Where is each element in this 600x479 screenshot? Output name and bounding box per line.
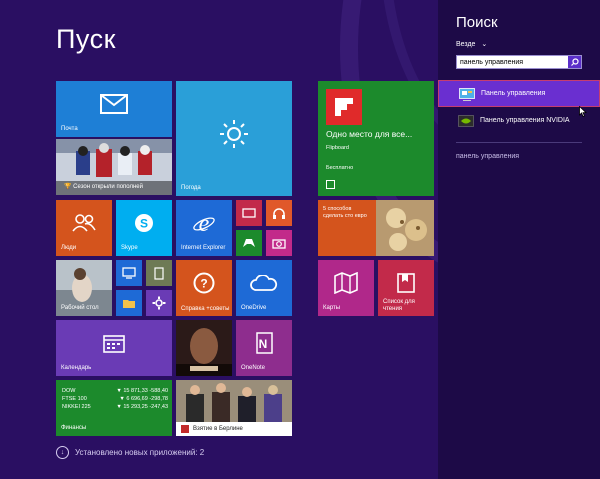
search-scope-dropdown[interactable]: Везде ⌄	[456, 40, 487, 48]
document-icon	[146, 260, 172, 286]
tile-onedrive[interactable]: OneDrive	[236, 260, 292, 316]
store-icon	[326, 180, 335, 189]
tile-movie[interactable]	[176, 320, 232, 376]
tile-weather[interactable]: Погода	[176, 81, 292, 196]
svg-text:S: S	[140, 217, 148, 231]
arrow-down-icon: ↓	[56, 446, 69, 459]
search-pane: Поиск Везде ⌄ Панель управления Панель у…	[438, 0, 600, 479]
tile-onenote[interactable]: N OneNote	[236, 320, 292, 376]
tile-help[interactable]: ? Справка +советы	[176, 260, 232, 316]
tile-settings[interactable]	[146, 290, 172, 316]
finance-row: FTSE 100 ▼ 6 696,69 -298,78	[62, 396, 168, 402]
tile-people[interactable]: Люди	[56, 200, 112, 256]
search-result-nvidia[interactable]: Панель управления NVIDIA	[438, 108, 600, 135]
help-icon: ?	[176, 260, 232, 306]
search-button[interactable]	[568, 56, 581, 68]
chevron-down-icon: ⌄	[481, 41, 488, 48]
headphones-icon	[266, 200, 292, 226]
finance-row: NIKKEI 225 ▼ 15 293,25 -247,43	[62, 404, 168, 410]
camera-icon	[266, 230, 292, 256]
tile-photo-news[interactable]: Взятие в Берлине	[176, 380, 292, 436]
calendar-icon	[56, 320, 172, 366]
search-icon	[570, 58, 579, 66]
page-title: Пуск	[56, 24, 116, 54]
people-icon	[56, 200, 112, 246]
tile-food[interactable]: 5 способов сделать сто евро	[318, 200, 434, 256]
tile-desktop[interactable]: Рабочий стол	[56, 260, 112, 316]
computer-icon	[116, 260, 142, 286]
finance-table: DOW ▼ 15 871,33 -588,40 FTSE 100 ▼ 6 696,6…	[62, 387, 168, 411]
food-photo	[376, 200, 434, 256]
tile-this-pc[interactable]	[116, 260, 142, 286]
trophy-icon: 🏆	[64, 184, 72, 190]
search-result-control-panel[interactable]: Панель управления	[438, 80, 600, 107]
map-icon	[318, 260, 374, 306]
divider	[456, 142, 582, 143]
search-pane-title: Поиск	[456, 14, 498, 31]
tile-photos-small[interactable]	[146, 260, 172, 286]
start-screen: Пуск Почта 🏆 Сезон открыли пополней Пого…	[0, 0, 438, 479]
folder-icon	[116, 290, 142, 316]
sun-icon	[176, 81, 292, 186]
gamepad-icon	[236, 230, 262, 256]
tile-mail[interactable]: Почта	[56, 81, 172, 137]
mail-icon	[56, 81, 172, 127]
tile-games[interactable]	[236, 230, 262, 256]
movie-poster	[176, 320, 232, 376]
tile-video[interactable]	[236, 200, 262, 226]
nvidia-icon	[458, 115, 474, 127]
tile-skype[interactable]: S Skype	[116, 200, 172, 256]
tile-news[interactable]: 🏆 Сезон открыли пополней	[56, 139, 172, 195]
internet-explorer-icon: e	[176, 200, 232, 246]
tile-ie[interactable]: e Internet Explorer	[176, 200, 232, 256]
svg-text:N: N	[259, 337, 268, 351]
search-suggestion[interactable]: панель управления	[456, 153, 519, 160]
onenote-icon: N	[236, 320, 292, 366]
gear-icon	[146, 290, 172, 316]
search-input[interactable]	[457, 56, 571, 68]
news-photo	[176, 380, 292, 422]
tile-music[interactable]	[266, 200, 292, 226]
tile-finance[interactable]: DOW ▼ 15 871,33 -588,40 FTSE 100 ▼ 6 696,6…	[56, 380, 172, 436]
video-icon	[236, 200, 262, 226]
search-box	[456, 55, 582, 69]
tile-maps[interactable]: Карты	[318, 260, 374, 316]
finance-row: DOW ▼ 15 871,33 -588,40	[62, 388, 168, 394]
control-panel-icon	[459, 88, 475, 101]
tile-flipboard[interactable]: Одно место для все... Flipboard Бесплатн…	[318, 81, 434, 196]
tile-calendar[interactable]: Календарь	[56, 320, 172, 376]
skype-icon: S	[116, 200, 172, 246]
cloud-icon	[236, 260, 292, 306]
mouse-cursor-icon	[579, 106, 587, 117]
svg-text:e: e	[199, 211, 210, 235]
tile-camera[interactable]	[266, 230, 292, 256]
flipboard-icon	[326, 89, 362, 125]
installed-apps-link[interactable]: ↓ Установлено новых приложений: 2	[56, 446, 204, 459]
svg-text:?: ?	[200, 277, 207, 291]
tile-explorer[interactable]	[116, 290, 142, 316]
tile-reading-list[interactable]: Список для чтения	[378, 260, 434, 316]
news-icon	[181, 425, 189, 433]
